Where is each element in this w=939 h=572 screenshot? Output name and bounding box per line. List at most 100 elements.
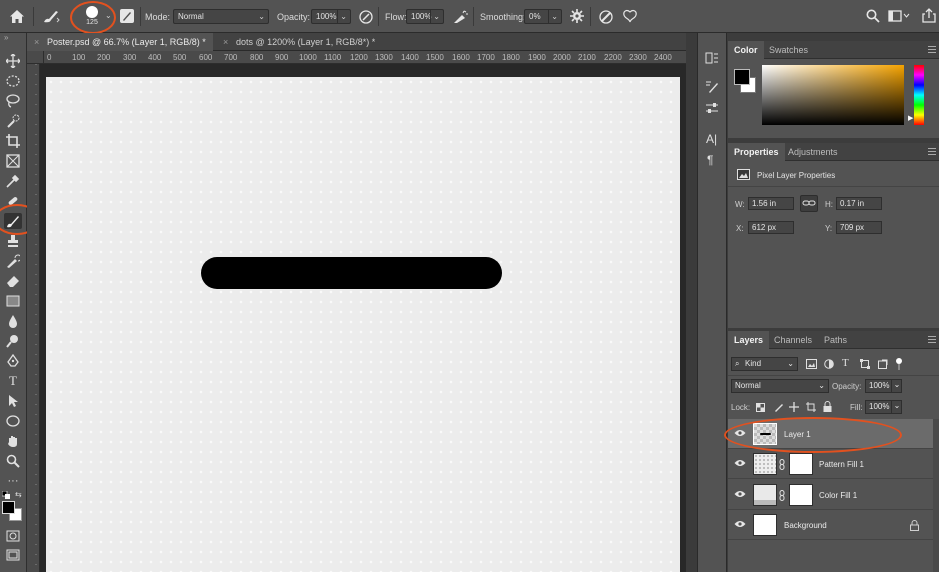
eyedropper-tool-icon[interactable] bbox=[4, 173, 22, 189]
foreground-color-chip[interactable] bbox=[734, 69, 750, 85]
tab-properties[interactable]: Properties bbox=[728, 143, 785, 161]
layer-mask-thumbnail[interactable] bbox=[789, 453, 813, 475]
filter-type-icon[interactable]: T bbox=[842, 357, 849, 369]
swap-colors-icon[interactable]: ⇆ bbox=[15, 490, 22, 499]
layer-row-color-fill-1[interactable]: Color Fill 1 bbox=[728, 480, 933, 510]
close-icon[interactable]: × bbox=[34, 33, 39, 51]
panel-icons-column: A| ¶ bbox=[697, 33, 727, 572]
link-dimensions-icon[interactable] bbox=[800, 195, 818, 212]
tab-color[interactable]: Color bbox=[728, 41, 764, 59]
visibility-eye-icon[interactable] bbox=[734, 459, 746, 467]
home-icon[interactable] bbox=[9, 9, 25, 24]
flow-input[interactable]: 100% ⌄ bbox=[406, 9, 444, 24]
crop-tool-icon[interactable] bbox=[4, 133, 22, 149]
tab-adjustments[interactable]: Adjustments bbox=[782, 143, 844, 161]
paragraph-panel-icon[interactable]: ¶ bbox=[707, 153, 713, 167]
blur-tool-icon[interactable] bbox=[4, 313, 22, 329]
layer-row-pattern-fill-1[interactable]: Pattern Fill 1 bbox=[728, 449, 933, 479]
visibility-eye-icon[interactable] bbox=[734, 520, 746, 528]
opacity-input[interactable]: 100% ⌄ bbox=[311, 9, 351, 24]
share-icon[interactable] bbox=[922, 8, 936, 23]
tab-swatches[interactable]: Swatches bbox=[763, 41, 814, 59]
panel-menu-icon[interactable] bbox=[928, 46, 936, 53]
symmetry-icon[interactable] bbox=[622, 9, 638, 25]
vertical-ruler[interactable] bbox=[27, 64, 40, 572]
clone-stamp-tool-icon[interactable] bbox=[4, 233, 22, 249]
height-field[interactable]: 0.17 in bbox=[836, 197, 882, 210]
type-tool-icon[interactable]: T bbox=[4, 373, 22, 389]
visibility-eye-icon[interactable] bbox=[734, 490, 746, 498]
zoom-tool-icon[interactable] bbox=[4, 453, 22, 469]
more-tools-icon[interactable]: ··· bbox=[4, 473, 22, 489]
tab-dots[interactable]: × dots @ 1200% (Layer 1, RGB/8*) * bbox=[216, 33, 386, 51]
lock-transparent-icon[interactable] bbox=[756, 403, 765, 412]
eraser-tool-icon[interactable] bbox=[4, 273, 22, 289]
shape-tool-icon[interactable] bbox=[4, 413, 22, 429]
document-canvas[interactable] bbox=[46, 77, 680, 572]
fill-field[interactable]: 100% ⌄ bbox=[865, 400, 902, 414]
hue-slider-handle-icon[interactable]: ▶ bbox=[908, 114, 913, 122]
hue-slider[interactable] bbox=[914, 65, 924, 125]
filter-pixel-icon[interactable] bbox=[806, 359, 817, 369]
lock-position-icon[interactable] bbox=[789, 402, 799, 412]
filter-adjustment-icon[interactable] bbox=[824, 359, 834, 369]
screen-mode-icon[interactable] bbox=[4, 547, 22, 563]
tab-layers[interactable]: Layers bbox=[728, 331, 770, 349]
horizontal-ruler[interactable]: 0 100 200 300 400 500 600 700 800 900 10… bbox=[44, 51, 686, 64]
y-field[interactable]: 709 px bbox=[836, 221, 882, 234]
layer-mask-thumbnail[interactable] bbox=[789, 484, 813, 506]
x-field[interactable]: 612 px bbox=[748, 221, 794, 234]
lock-artboard-icon[interactable] bbox=[806, 402, 816, 412]
layer-kind-filter[interactable]: Kind ⌕ ⌄ bbox=[731, 357, 798, 371]
frame-tool-icon[interactable] bbox=[4, 153, 22, 169]
mode-select[interactable]: Normal ⌄ bbox=[173, 9, 269, 24]
quick-mask-icon[interactable] bbox=[4, 528, 22, 544]
layer-opacity-field[interactable]: 100% ⌄ bbox=[865, 379, 902, 393]
hand-tool-icon[interactable] bbox=[4, 433, 22, 449]
adjustments-sliders-icon[interactable] bbox=[705, 101, 719, 115]
marquee-tool-icon[interactable] bbox=[4, 73, 22, 89]
blend-mode-select[interactable]: Normal ⌄ bbox=[731, 379, 829, 393]
settings-gear-icon[interactable] bbox=[570, 9, 584, 23]
tab-channels[interactable]: Channels bbox=[768, 331, 818, 349]
width-field[interactable]: 1.56 in bbox=[748, 197, 794, 210]
history-brush-tool-icon[interactable] bbox=[4, 253, 22, 269]
airbrush-icon[interactable] bbox=[452, 9, 469, 25]
chain-link-icon[interactable] bbox=[779, 490, 785, 501]
brush-settings-icon[interactable] bbox=[120, 9, 134, 23]
brush-tool-preset-icon[interactable] bbox=[42, 9, 60, 24]
character-panel-icon[interactable]: A| bbox=[706, 132, 717, 146]
workspace-icon[interactable] bbox=[888, 10, 910, 22]
fill-thumbnail bbox=[753, 484, 777, 506]
default-colors-icon[interactable] bbox=[2, 491, 10, 499]
close-icon[interactable]: × bbox=[223, 33, 228, 51]
dodge-tool-icon[interactable] bbox=[4, 333, 22, 349]
ruler-tick: 200 bbox=[97, 53, 111, 62]
lock-all-icon[interactable] bbox=[823, 401, 832, 412]
pen-tool-icon[interactable] bbox=[4, 353, 22, 369]
history-icon[interactable] bbox=[705, 51, 719, 65]
panel-menu-icon[interactable] bbox=[928, 148, 936, 155]
filter-shape-icon[interactable] bbox=[860, 359, 870, 369]
pressure-size-icon[interactable] bbox=[598, 9, 614, 25]
color-field[interactable] bbox=[762, 65, 904, 125]
tab-poster[interactable]: × Poster.psd @ 66.7% (Layer 1, RGB/8) * bbox=[27, 33, 213, 51]
move-tool-icon[interactable] bbox=[4, 53, 22, 69]
quick-selection-tool-icon[interactable] bbox=[4, 113, 22, 129]
tab-paths[interactable]: Paths bbox=[818, 331, 853, 349]
foreground-color-swatch[interactable] bbox=[2, 501, 15, 514]
lasso-tool-icon[interactable] bbox=[4, 93, 22, 109]
panel-menu-icon[interactable] bbox=[928, 336, 936, 343]
pressure-opacity-icon[interactable] bbox=[358, 9, 374, 25]
lock-image-icon[interactable] bbox=[774, 402, 784, 412]
filter-smart-object-icon[interactable] bbox=[878, 359, 888, 369]
filter-toggle-icon[interactable] bbox=[896, 358, 902, 370]
layers-scrollbar[interactable] bbox=[933, 419, 939, 572]
gradient-tool-icon[interactable] bbox=[4, 293, 22, 309]
layer-row-background[interactable]: Background bbox=[728, 510, 933, 540]
brushes-panel-icon[interactable] bbox=[705, 79, 719, 93]
chain-link-icon[interactable] bbox=[779, 459, 785, 470]
path-selection-tool-icon[interactable] bbox=[4, 393, 22, 409]
search-icon[interactable] bbox=[866, 9, 880, 23]
smoothing-input[interactable]: 0% ⌄ bbox=[524, 9, 562, 24]
